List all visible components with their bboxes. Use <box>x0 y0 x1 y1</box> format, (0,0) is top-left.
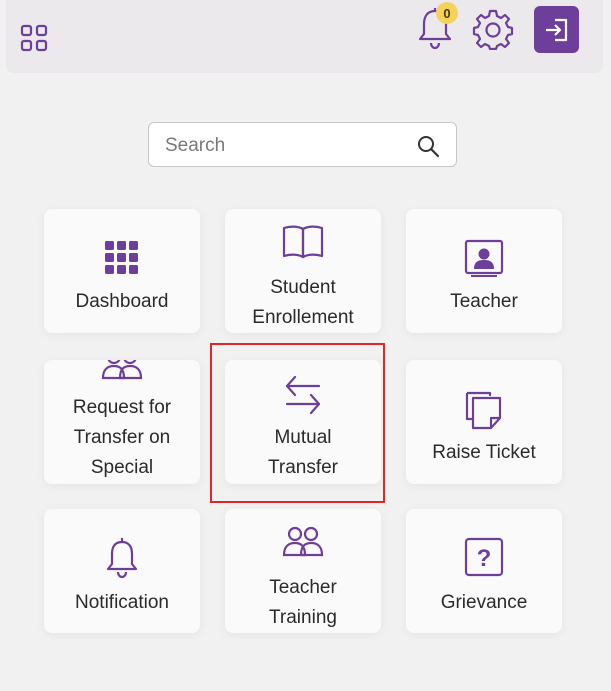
tile-label-line3: Special <box>90 457 154 478</box>
apps-grid-icon <box>20 24 48 52</box>
teacher-icon <box>406 239 562 277</box>
tile-label-line1: Mutual <box>274 427 332 448</box>
tile-label: Notification <box>75 592 169 613</box>
apps-menu-button[interactable] <box>18 20 50 56</box>
search-button[interactable] <box>416 134 440 158</box>
tile-label: Raise Ticket <box>432 442 536 463</box>
gear-icon <box>472 9 514 50</box>
settings-button[interactable] <box>470 6 516 52</box>
tile-label-line2: Training <box>269 607 337 628</box>
tile-label-line1: Student <box>270 277 336 298</box>
tile-dashboard[interactable]: Dashboard <box>44 209 200 333</box>
ticket-icon <box>406 387 562 431</box>
tile-label-line1: Request for <box>72 397 172 418</box>
tile-student-enrollement[interactable]: Student Enrollement <box>225 209 381 333</box>
tile-grievance[interactable]: ? Grievance <box>406 509 562 633</box>
book-icon <box>225 223 381 261</box>
search-icon <box>418 136 440 158</box>
people-icon <box>225 525 381 557</box>
bell-icon <box>44 537 200 579</box>
grid-icon <box>44 239 200 277</box>
tile-label-line1: Teacher <box>269 577 337 598</box>
question-icon: ? <box>406 537 562 577</box>
tile-raise-ticket[interactable]: Raise Ticket <box>406 360 562 484</box>
tile-notification[interactable]: Notification <box>44 509 200 633</box>
tile-label: Teacher <box>450 291 518 312</box>
tile-label: Dashboard <box>75 291 169 312</box>
search-input[interactable] <box>163 133 407 159</box>
logout-button[interactable] <box>534 6 579 53</box>
notification-count-badge: 0 <box>436 2 458 24</box>
tile-request-for-transfer[interactable]: Request for Transfer on Special <box>44 360 200 484</box>
arrows-swap-icon <box>225 372 381 416</box>
tile-label-line2: Transfer on <box>73 427 171 448</box>
tile-teacher[interactable]: Teacher <box>406 209 562 333</box>
tile-teacher-training[interactable]: Teacher Training <box>225 509 381 633</box>
search-box <box>148 122 457 167</box>
svg-text:?: ? <box>477 545 492 572</box>
tile-mutual-transfer[interactable]: Mutual Transfer <box>225 360 381 484</box>
sign-in-icon <box>545 18 567 41</box>
tile-label-line2: Transfer <box>267 457 339 478</box>
tile-label: Grievance <box>440 592 528 613</box>
people-icon <box>44 360 200 380</box>
tile-label-line2: Enrollement <box>252 307 354 328</box>
